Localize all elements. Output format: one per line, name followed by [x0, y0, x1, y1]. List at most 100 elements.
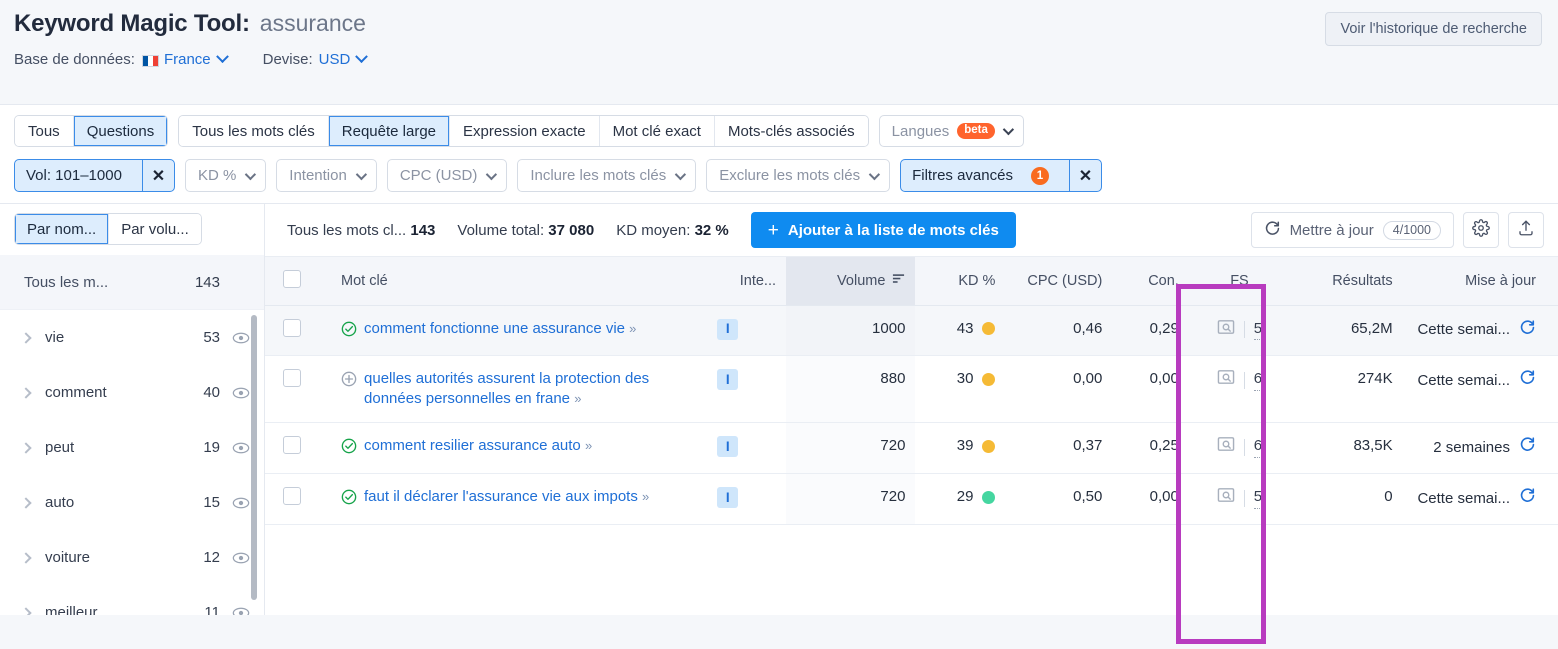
- refresh-row-icon[interactable]: [1519, 436, 1536, 459]
- plus-circle-icon[interactable]: [341, 371, 357, 393]
- row-intent-cell: I: [707, 473, 787, 526]
- open-serp-chevron-icon[interactable]: »: [642, 489, 649, 504]
- chip-include-keywords[interactable]: Inclure les mots clés: [517, 159, 697, 192]
- eye-icon[interactable]: [232, 494, 250, 512]
- row-keyword-cell: faut il déclarer l'assurance vie aux imp…: [319, 473, 708, 526]
- sidebar-item-vie[interactable]: vie 53: [0, 310, 264, 365]
- row-checkbox[interactable]: [283, 369, 301, 388]
- serp-features-icon[interactable]: [1217, 487, 1235, 509]
- row-keyword-link[interactable]: quelles autorités assurent la protection…: [364, 370, 649, 407]
- update-quota-badge: 4/1000: [1382, 220, 1441, 240]
- intent-badge[interactable]: I: [717, 436, 739, 458]
- chip-advanced-filters[interactable]: Filtres avancés 1 ✕: [900, 159, 1102, 192]
- sidebar-item-all-keywords[interactable]: Tous les m... 143: [0, 255, 264, 310]
- column-header-cpc[interactable]: CPC (USD): [1005, 257, 1113, 306]
- eye-icon[interactable]: [232, 384, 250, 402]
- row-keyword-link[interactable]: faut il déclarer l'assurance vie aux imp…: [364, 488, 638, 505]
- column-header-competition-label: Con.: [1148, 272, 1179, 289]
- stat-total-volume-value: 37 080: [548, 221, 595, 239]
- sort-by-name-button[interactable]: Par nom...: [15, 214, 110, 244]
- results-panel: Tous les mots cl... 143 Volume total: 37…: [265, 204, 1558, 615]
- languages-dropdown[interactable]: Langues beta: [878, 115, 1024, 147]
- row-cpc-cell: 0,37: [1005, 422, 1113, 475]
- chip-intention[interactable]: Intention: [276, 159, 377, 192]
- column-header-kd[interactable]: KD %: [915, 257, 1006, 306]
- tab-expression-exacte-label: Expression exacte: [463, 122, 586, 140]
- table-row[interactable]: comment fonctionne une assurance vie » I…: [265, 305, 1558, 357]
- refresh-row-icon[interactable]: [1519, 319, 1536, 342]
- eye-icon[interactable]: [232, 549, 250, 567]
- table-row[interactable]: comment resilier assurance auto » I 720 …: [265, 422, 1558, 475]
- row-checkbox[interactable]: [283, 487, 301, 506]
- row-fs-value[interactable]: 6: [1253, 369, 1263, 392]
- chip-volume[interactable]: Vol: 101–1000 ✕: [14, 159, 175, 192]
- column-header-competition[interactable]: Con.: [1112, 257, 1189, 306]
- sidebar-sort-toggle: Par nom... Par volu...: [14, 213, 202, 245]
- table-row[interactable]: quelles autorités assurent la protection…: [265, 355, 1558, 424]
- sidebar-item-meilleur[interactable]: meilleur 11: [0, 585, 264, 615]
- tab-requete-large[interactable]: Requête large: [328, 116, 451, 146]
- row-fs-value[interactable]: 5: [1253, 319, 1263, 341]
- tab-questions[interactable]: Questions: [73, 116, 168, 146]
- open-serp-chevron-icon[interactable]: »: [585, 438, 592, 453]
- tab-tous[interactable]: Tous: [15, 116, 74, 146]
- row-keyword-link[interactable]: comment fonctionne une assurance vie: [364, 320, 625, 337]
- eye-icon[interactable]: [232, 439, 250, 457]
- chip-cpc[interactable]: CPC (USD): [386, 159, 508, 192]
- check-circle-icon[interactable]: [341, 489, 357, 511]
- eye-icon[interactable]: [232, 329, 250, 347]
- open-serp-chevron-icon[interactable]: »: [629, 321, 636, 336]
- column-header-update[interactable]: Mise à jour: [1402, 257, 1558, 306]
- column-header-results[interactable]: Résultats: [1290, 257, 1403, 306]
- add-to-keyword-list-button[interactable]: + Ajouter à la liste de mots clés: [750, 212, 1016, 248]
- refresh-row-icon[interactable]: [1519, 487, 1536, 510]
- intent-badge[interactable]: I: [717, 487, 739, 509]
- row-keyword-link[interactable]: comment resilier assurance auto: [364, 437, 581, 454]
- check-circle-icon[interactable]: [341, 321, 357, 343]
- serp-features-icon[interactable]: [1217, 319, 1235, 341]
- row-fs-value[interactable]: 5: [1253, 487, 1263, 510]
- chip-advanced-filters-close-icon[interactable]: ✕: [1068, 160, 1101, 191]
- row-checkbox[interactable]: [283, 318, 301, 337]
- tab-expression-exacte[interactable]: Expression exacte: [450, 116, 600, 146]
- chip-kd[interactable]: KD %: [184, 159, 267, 192]
- open-serp-chevron-icon[interactable]: »: [574, 391, 581, 406]
- sidebar-item-peut[interactable]: peut 19: [0, 420, 264, 475]
- table-row[interactable]: faut il déclarer l'assurance vie aux imp…: [265, 473, 1558, 526]
- sidebar-item-comment[interactable]: comment 40: [0, 365, 264, 420]
- intent-badge[interactable]: I: [717, 369, 739, 391]
- refresh-row-icon[interactable]: [1519, 369, 1536, 392]
- export-button[interactable]: [1508, 212, 1544, 248]
- check-circle-icon[interactable]: [341, 438, 357, 460]
- tab-mots-cles-associes[interactable]: Mots-clés associés: [714, 116, 868, 146]
- tab-mot-cle-exact[interactable]: Mot clé exact: [599, 116, 715, 146]
- sidebar-item-voiture[interactable]: voiture 12: [0, 530, 264, 585]
- row-checkbox[interactable]: [283, 436, 301, 455]
- serp-features-icon[interactable]: [1217, 369, 1235, 391]
- sidebar-item-label: comment: [45, 384, 107, 401]
- intent-badge[interactable]: I: [717, 318, 739, 340]
- sidebar-item-auto[interactable]: auto 15: [0, 475, 264, 530]
- gear-icon: [1472, 218, 1490, 242]
- currency-selector[interactable]: Devise: USD: [263, 50, 369, 68]
- tab-tous-les-mots-cles[interactable]: Tous les mots clés: [179, 116, 329, 146]
- column-header-volume[interactable]: Volume: [786, 257, 916, 306]
- update-button[interactable]: Mettre à jour 4/1000: [1250, 212, 1454, 248]
- sort-by-volume-button[interactable]: Par volu...: [109, 214, 201, 244]
- eye-icon[interactable]: [232, 604, 250, 615]
- column-header-kd-label: KD %: [958, 272, 996, 289]
- column-header-keyword[interactable]: Mot clé: [319, 257, 708, 306]
- search-history-button[interactable]: Voir l'historique de recherche: [1325, 12, 1542, 46]
- row-competition-cell: 0,00: [1112, 473, 1189, 526]
- sidebar-scrollbar[interactable]: [251, 315, 257, 600]
- settings-button[interactable]: [1463, 212, 1499, 248]
- database-selector[interactable]: Base de données: France: [14, 50, 229, 68]
- serp-features-icon[interactable]: [1217, 436, 1235, 458]
- select-all-checkbox[interactable]: [283, 269, 301, 288]
- column-header-intent[interactable]: Inte...: [707, 257, 787, 306]
- chip-volume-close-icon[interactable]: ✕: [141, 160, 174, 191]
- app-page: Keyword Magic Tool: assurance Voir l'his…: [0, 0, 1558, 649]
- row-fs-value[interactable]: 6: [1253, 436, 1263, 459]
- column-header-fs[interactable]: FS: [1188, 257, 1291, 306]
- chip-exclude-keywords[interactable]: Exclure les mots clés: [706, 159, 891, 192]
